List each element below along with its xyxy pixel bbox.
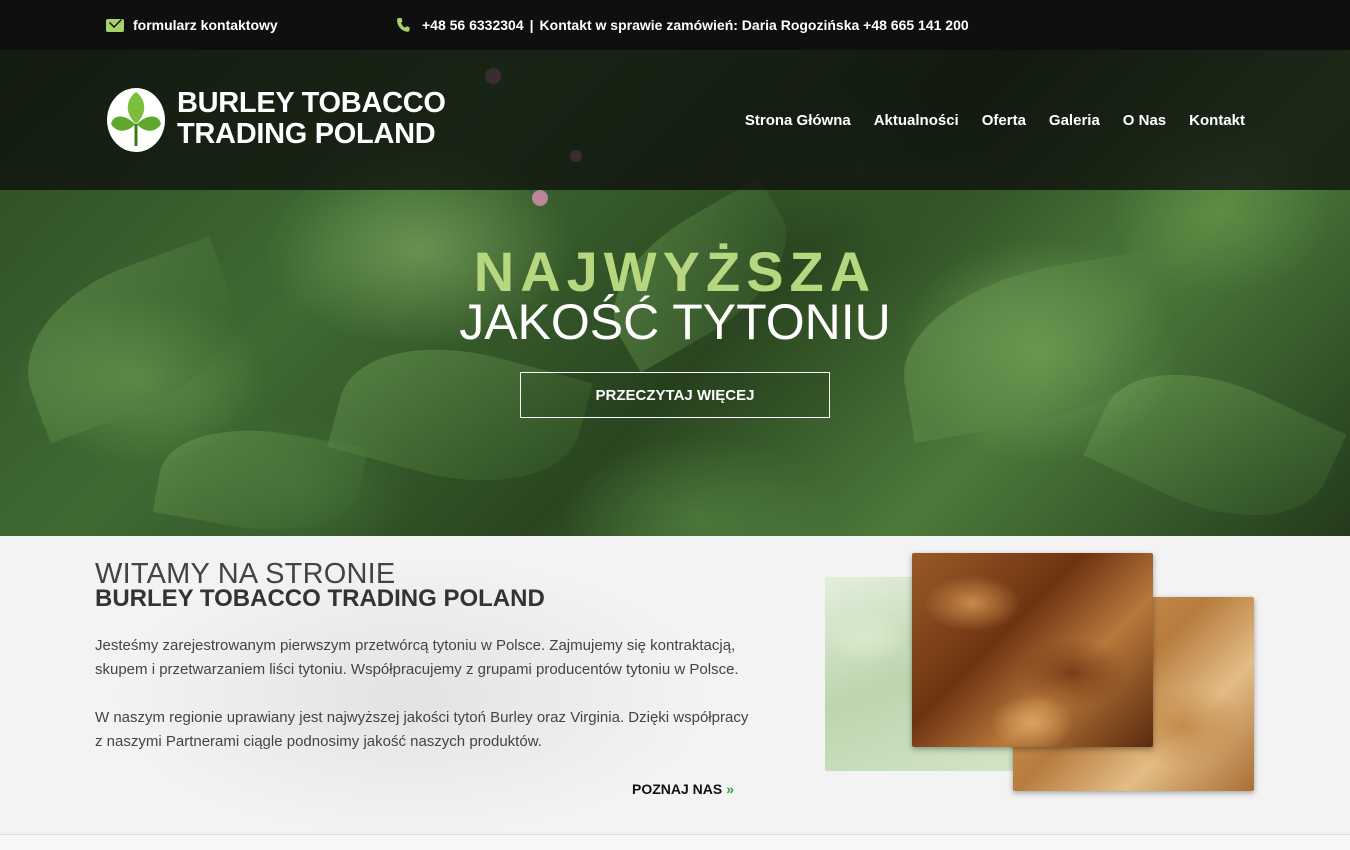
contact-form-label: formularz kontaktowy: [133, 17, 278, 33]
about-us-link[interactable]: POZNAJ NAS »: [632, 781, 734, 797]
next-section-edge: [0, 835, 1350, 850]
about-us-label: POZNAJ NAS: [632, 781, 723, 797]
hero-title-line1: NAJWYŻSZA: [473, 240, 877, 303]
envelope-icon: [106, 18, 124, 32]
phone-number: +48 56 6332304: [422, 17, 524, 33]
welcome-section: WITAMY NA STRONIE BURLEY TOBACCO TRADING…: [0, 536, 1350, 836]
contact-form-link[interactable]: formularz kontaktowy: [106, 17, 278, 33]
top-bar: formularz kontaktowy +48 56 6332304 | Kont…: [0, 0, 1350, 50]
phone-icon: [397, 18, 410, 32]
nav-item-home[interactable]: Strona Główna: [745, 112, 851, 129]
nav-item-news[interactable]: Aktualności: [874, 112, 959, 129]
hero-title-line2: JAKOŚĆ TYTONIU: [459, 294, 891, 350]
nav-item-offer[interactable]: Oferta: [982, 112, 1026, 129]
orders-contact: Kontakt w sprawie zamówień: Daria Rogozi…: [539, 17, 969, 33]
logo-line1: BURLEY TOBACCO: [177, 87, 446, 119]
separator: |: [529, 17, 534, 33]
leaf-logo-icon: [107, 88, 165, 152]
main-nav: Strona Główna Aktualności Oferta Galeria…: [745, 112, 1245, 129]
site-logo[interactable]: BURLEY TOBACCO TRADING POLAND: [105, 84, 446, 154]
hero-banner: BURLEY TOBACCO TRADING POLAND Strona Głó…: [0, 50, 1350, 536]
phone-info: +48 56 6332304 | Kontakt w sprawie zamówie…: [396, 17, 969, 33]
welcome-paragraph-2: W naszym regionie uprawiany jest najwyżs…: [95, 709, 749, 750]
main-navbar: BURLEY TOBACCO TRADING POLAND Strona Głó…: [0, 50, 1350, 190]
logo-line2: TRADING POLAND: [177, 118, 436, 150]
read-more-button[interactable]: PRZECZYTAJ WIĘCEJ: [520, 372, 830, 418]
nav-item-about[interactable]: O Nas: [1123, 112, 1166, 129]
logo-text: BURLEY TOBACCO TRADING POLAND: [177, 88, 446, 150]
hero-flower-decoration: [532, 190, 548, 206]
dried-tobacco-dark-photo: [912, 553, 1153, 747]
nav-item-contact[interactable]: Kontakt: [1189, 112, 1245, 129]
nav-item-gallery[interactable]: Galeria: [1049, 112, 1100, 129]
double-chevron-right-icon: »: [726, 781, 735, 797]
welcome-paragraph-1: Jesteśmy zarejestrowanym pierwszym przet…: [95, 637, 739, 678]
welcome-subtitle: BURLEY TOBACCO TRADING POLAND: [95, 585, 545, 612]
